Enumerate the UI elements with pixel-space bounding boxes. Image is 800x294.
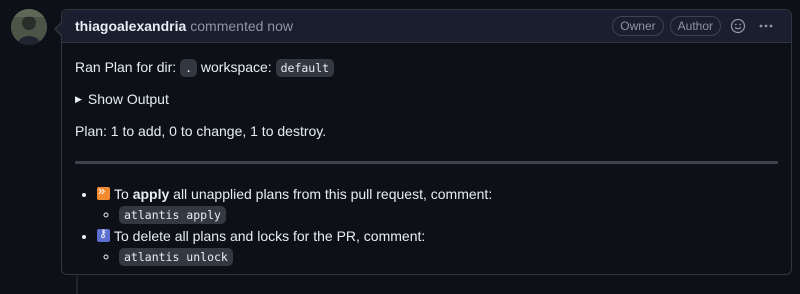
instructions-list: To apply all unapplied plans from this p… bbox=[75, 183, 493, 270]
timeline-line bbox=[76, 276, 78, 294]
list-item: To delete all plans and locks for the PR… bbox=[97, 227, 492, 266]
list-item: atlantis unlock bbox=[119, 248, 492, 266]
smiley-icon[interactable] bbox=[727, 15, 749, 37]
plan-summary: Plan: 1 to add, 0 to change, 1 to destro… bbox=[75, 123, 327, 139]
workspace-label: workspace: bbox=[200, 59, 272, 75]
unlock-icon bbox=[97, 227, 110, 242]
show-output-toggle[interactable]: ▶ Show Output bbox=[75, 91, 169, 107]
fast-forward-icon bbox=[97, 183, 110, 200]
comment-author[interactable]: thiagoalexandria bbox=[75, 18, 186, 34]
comment-action[interactable]: commented now bbox=[190, 18, 293, 34]
show-output-label: Show Output bbox=[87, 91, 169, 107]
apply-text-before: To bbox=[114, 186, 133, 202]
divider bbox=[75, 161, 778, 164]
comment-box: thiagoalexandria commented now Owner Aut… bbox=[54, 9, 792, 275]
list-item: To apply all unapplied plans from this p… bbox=[97, 183, 493, 224]
kebab-horizontal-icon[interactable] bbox=[755, 15, 777, 37]
avatar-image bbox=[11, 9, 47, 45]
ran-plan-text: Ran Plan for dir: bbox=[75, 59, 177, 75]
avatar[interactable] bbox=[11, 9, 47, 45]
unlock-command: atlantis unlock bbox=[119, 248, 233, 266]
disclosure-triangle-icon: ▶ bbox=[75, 93, 82, 104]
apply-command: atlantis apply bbox=[119, 206, 226, 224]
owner-badge: Owner bbox=[612, 16, 664, 36]
ran-plan-line: Ran Plan for dir: . workspace: default bbox=[75, 59, 335, 77]
unlock-text: To delete all plans and locks for the PR… bbox=[114, 228, 426, 244]
author-badge: Author bbox=[669, 16, 721, 36]
apply-bold: apply bbox=[132, 186, 170, 202]
comment-header: thiagoalexandria commented now Owner Aut… bbox=[62, 10, 791, 43]
list-item: atlantis apply bbox=[119, 206, 492, 224]
header-actions: Owner Author bbox=[612, 10, 777, 42]
workspace-code: default bbox=[275, 59, 335, 77]
apply-text-after: all unapplied plans from this pull reque… bbox=[169, 186, 493, 202]
dir-code: . bbox=[180, 59, 197, 77]
